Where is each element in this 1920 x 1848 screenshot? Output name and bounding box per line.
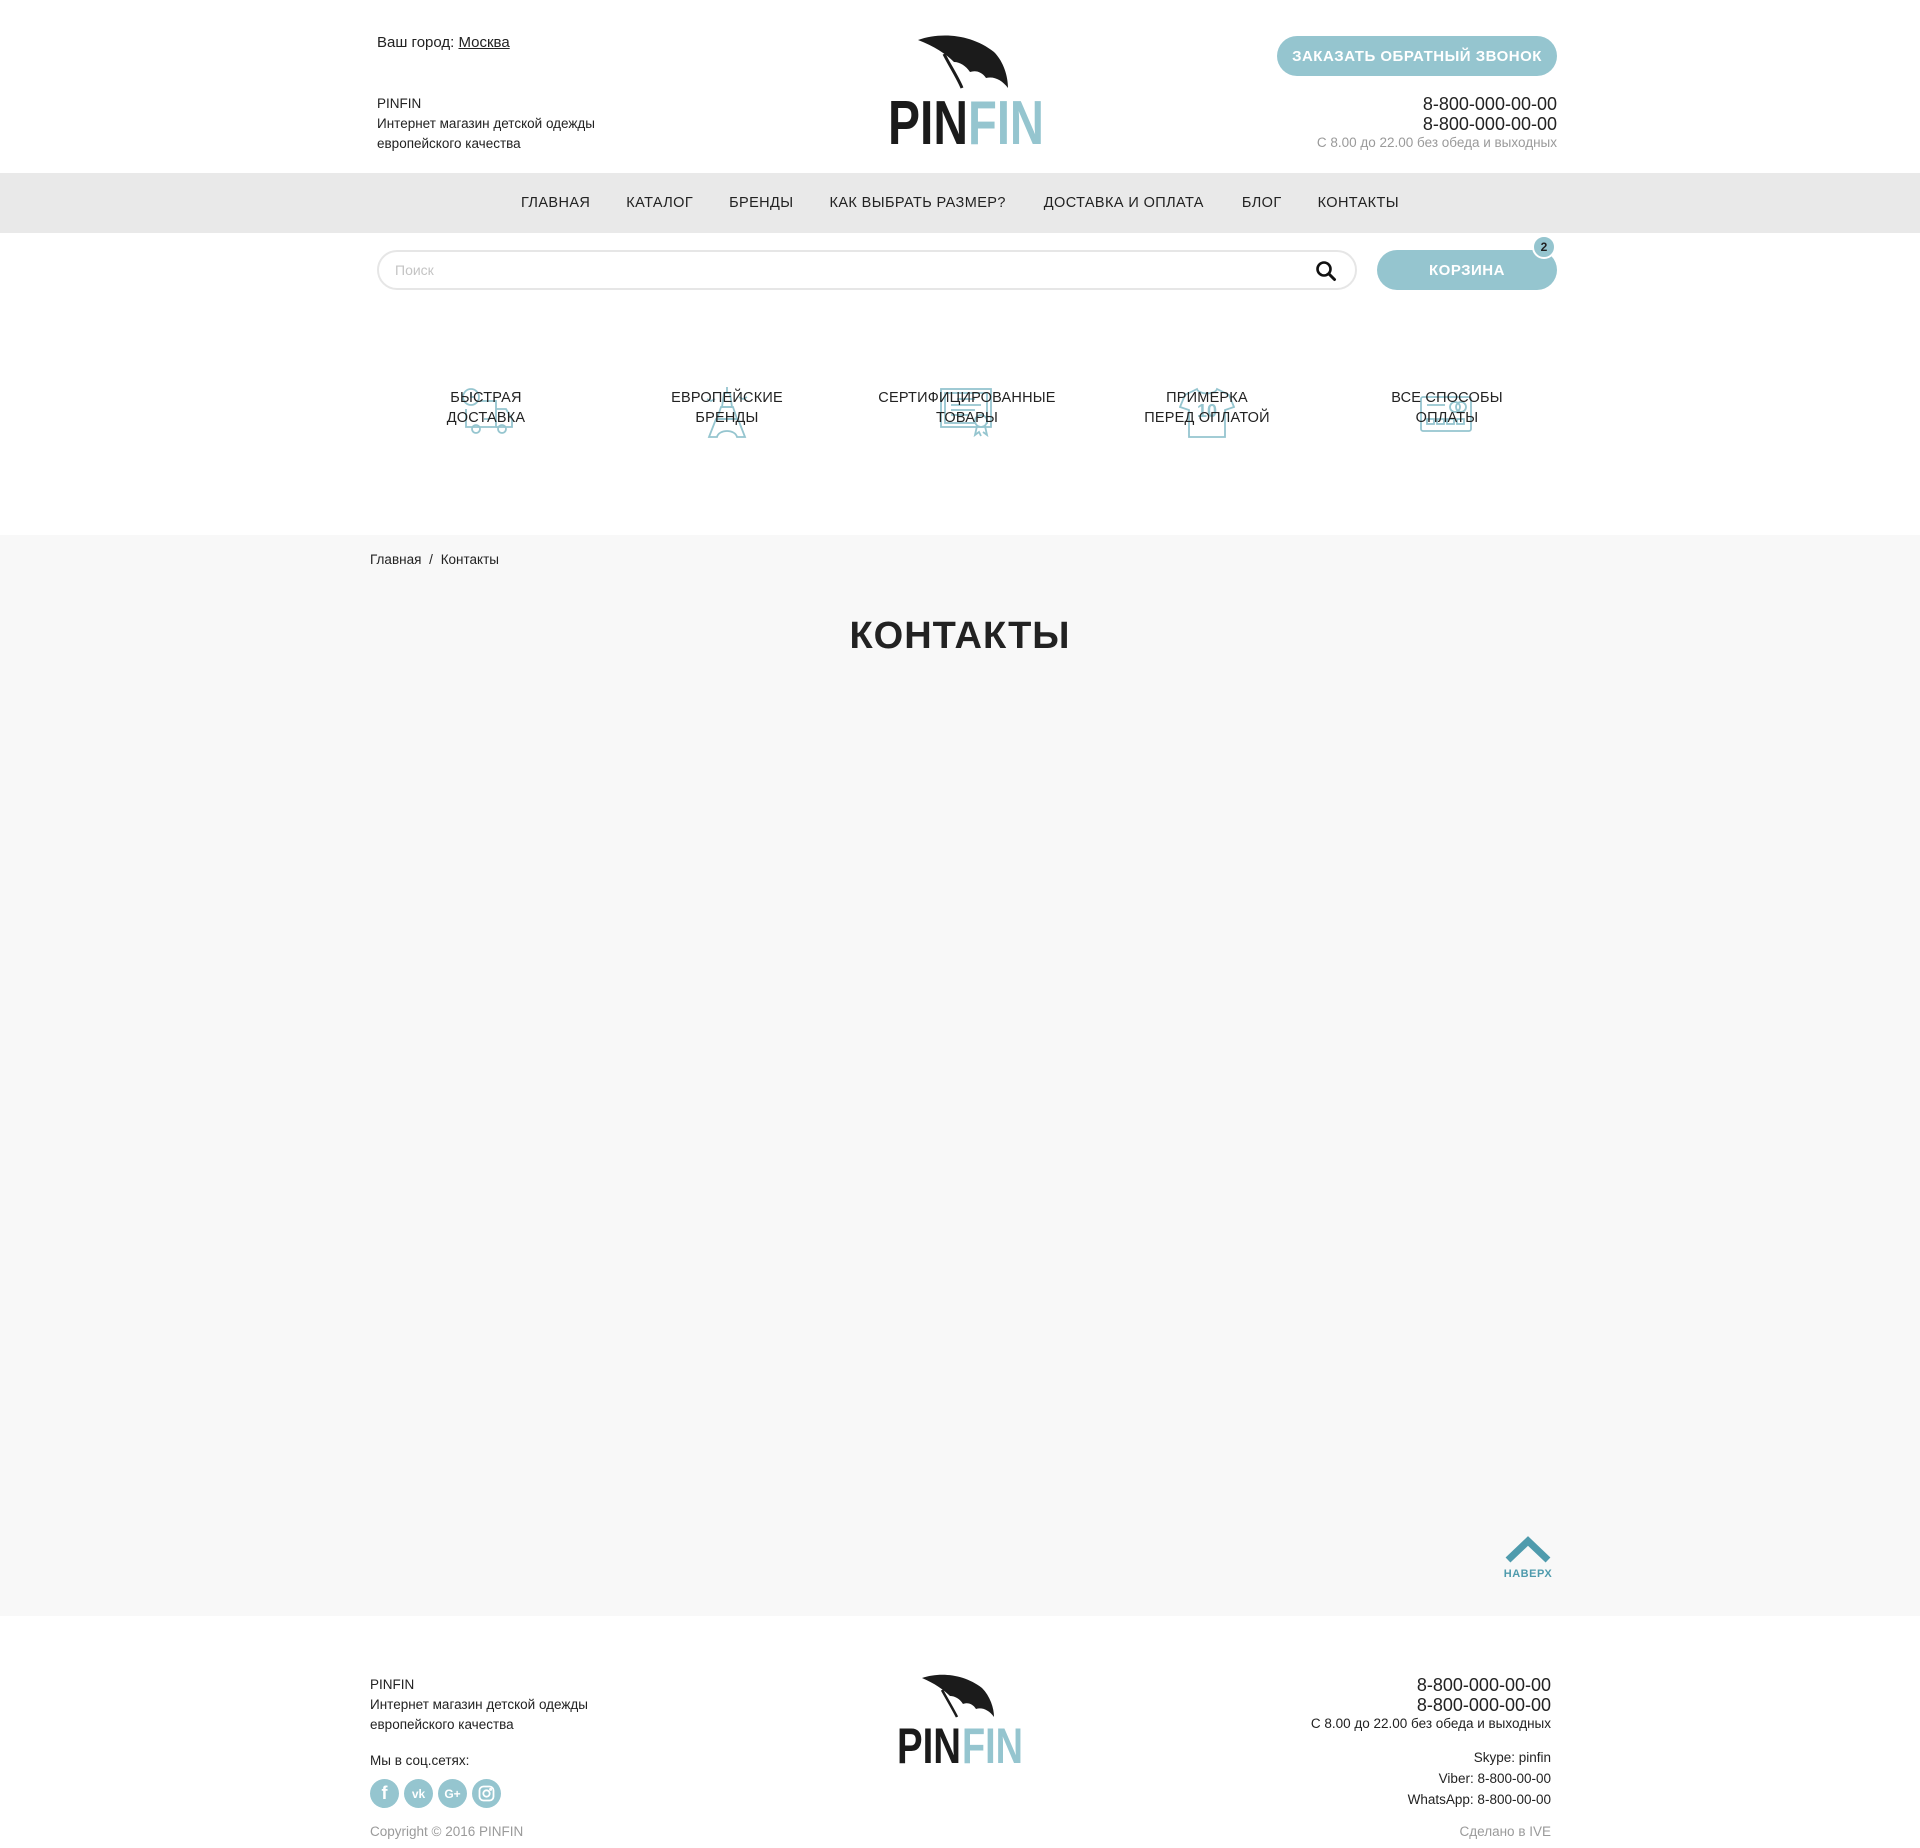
- feature-label: ПРИМЕРКА: [1166, 390, 1248, 406]
- nav-item-blog[interactable]: БЛОГ: [1242, 195, 1282, 211]
- vk-icon[interactable]: vk: [404, 1779, 433, 1808]
- city-selector: Ваш город: Москва: [377, 34, 510, 51]
- feature-fitting: ПРИМЕРКА ПЕРЕД ОПЛАТОЙ: [1107, 388, 1307, 428]
- main-content: Главная / Контакты КОНТАКТЫ НАВЕРХ: [0, 535, 1920, 1616]
- callback-button[interactable]: ЗАКАЗАТЬ ОБРАТНЫЙ ЗВОНОК: [1277, 36, 1557, 76]
- social-links: f vk G+: [370, 1779, 501, 1808]
- footer-phone-2[interactable]: 8-800-000-00-00: [1311, 1695, 1551, 1715]
- nav-item-contacts[interactable]: КОНТАКТЫ: [1318, 195, 1399, 211]
- facebook-icon[interactable]: f: [370, 1779, 399, 1808]
- header-about: PINFIN Интернет магазин детской одежды е…: [377, 94, 595, 154]
- breadcrumb: Главная / Контакты: [370, 552, 499, 567]
- feature-label: ЕВРОПЕЙСКИЕ: [671, 390, 783, 406]
- cart-button[interactable]: КОРЗИНА: [1377, 250, 1557, 290]
- breadcrumb-separator: /: [429, 552, 433, 567]
- nav-item-size-guide[interactable]: КАК ВЫБРАТЬ РАЗМЕР?: [829, 195, 1005, 211]
- instagram-icon[interactable]: [472, 1779, 501, 1808]
- copyright: Copyright © 2016 PINFIN: [370, 1824, 524, 1839]
- header-brand: PINFIN: [377, 96, 422, 111]
- feature-certified-goods: СЕРТИФИЦИРОВАННЫЕ ТОВАРЫ: [867, 388, 1067, 428]
- footer-phone-1[interactable]: 8-800-000-00-00: [1311, 1675, 1551, 1695]
- social-label: Мы в соц.сетях:: [370, 1753, 470, 1768]
- page-title: КОНТАКТЫ: [849, 615, 1071, 657]
- scroll-to-top-button[interactable]: НАВЕРХ: [1500, 1535, 1556, 1580]
- nav-item-brands[interactable]: БРЕНДЫ: [729, 195, 793, 211]
- skype-contact: Skype: pinfin: [1473, 1750, 1551, 1765]
- header: Ваш город: Москва PINFIN Интернет магази…: [0, 0, 1920, 173]
- header-tagline-2: европейского качества: [377, 136, 521, 151]
- feature-fast-delivery: БЫСТРАЯ ДОСТАВКА: [386, 388, 586, 428]
- feature-label: ВСЕ СПОСОБЫ: [1391, 390, 1503, 406]
- chevron-up-icon: [1505, 1536, 1551, 1563]
- footer-contacts: 8-800-000-00-00 8-800-000-00-00 С 8.00 д…: [1311, 1675, 1551, 1810]
- feature-label: ТОВАРЫ: [935, 410, 999, 426]
- feature-label: ПЕРЕД ОПЛАТОЙ: [1144, 410, 1270, 426]
- viber-contact: Viber: 8-800-00-00: [1438, 1771, 1551, 1786]
- nav-item-delivery[interactable]: ДОСТАВКА И ОПЛАТА: [1044, 195, 1204, 211]
- features-strip: 10 БЫСТРАЯ ДОСТАВКА ЕВРОПЕЙСКИЕ БРЕНДЫ С…: [0, 303, 1920, 535]
- header-hours: С 8.00 до 22.00 без обеда и выходных: [1316, 135, 1557, 150]
- cart-count-badge: 2: [1532, 235, 1556, 259]
- logo-text-light: FIN: [968, 89, 1044, 150]
- footer-tagline-1: Интернет магазин детской одежды: [370, 1697, 588, 1712]
- footer: PINFIN Интернет магазин детской одежды е…: [0, 1616, 1920, 1848]
- pinfin-logo-footer[interactable]: PIN FIN: [896, 1672, 1024, 1767]
- footer-tagline-2: европейского качества: [370, 1717, 514, 1732]
- header-phone-1[interactable]: 8-800-000-00-00: [1317, 94, 1557, 114]
- footer-hours: С 8.00 до 22.00 без обеда и выходных: [1310, 1716, 1551, 1731]
- breadcrumb-current: Контакты: [440, 552, 499, 567]
- nav-item-home[interactable]: ГЛАВНАЯ: [521, 195, 590, 211]
- feature-label: ОПЛАТЫ: [1415, 410, 1479, 426]
- nav-item-catalog[interactable]: КАТАЛОГ: [626, 195, 693, 211]
- header-tagline-1: Интернет магазин детской одежды: [377, 116, 595, 131]
- header-phone-2[interactable]: 8-800-000-00-00: [1317, 114, 1557, 134]
- logo-text-dark: PIN: [888, 89, 968, 150]
- instagram-glyph: [478, 1785, 495, 1802]
- scroll-to-top-label: НАВЕРХ: [1503, 1568, 1553, 1580]
- feature-european-brands: ЕВРОПЕЙСКИЕ БРЕНДЫ: [627, 388, 827, 428]
- search-input[interactable]: [395, 252, 1275, 288]
- footer-brand: PINFIN: [370, 1677, 415, 1692]
- made-by-link[interactable]: Сделано в IVE: [1460, 1824, 1551, 1839]
- feature-label: СЕРТИФИЦИРОВАННЫЕ: [878, 390, 1056, 406]
- feature-label: ДОСТАВКА: [446, 410, 526, 426]
- footer-messengers: Skype: pinfin Viber: 8-800-00-00 WhatsAp…: [1311, 1747, 1551, 1810]
- header-contacts: 8-800-000-00-00 8-800-000-00-00 С 8.00 д…: [1317, 94, 1557, 152]
- google-plus-icon[interactable]: G+: [438, 1779, 467, 1808]
- logo-text-light: FIN: [962, 1718, 1023, 1767]
- footer-about: PINFIN Интернет магазин детской одежды е…: [370, 1675, 588, 1735]
- search-icon[interactable]: [1315, 260, 1337, 282]
- feature-label: БЫСТРАЯ: [450, 390, 522, 406]
- pinfin-logo[interactable]: PIN FIN: [886, 32, 1046, 150]
- search-row: КОРЗИНА 2: [0, 233, 1920, 303]
- feature-label: БРЕНДЫ: [695, 410, 759, 426]
- breadcrumb-home[interactable]: Главная: [370, 552, 421, 567]
- search-box: [377, 250, 1357, 290]
- logo-text-dark: PIN: [897, 1718, 961, 1767]
- feature-payment-methods: ВСЕ СПОСОБЫ ОПЛАТЫ: [1347, 388, 1547, 428]
- whatsapp-contact: WhatsApp: 8-800-00-00: [1407, 1792, 1551, 1807]
- city-link[interactable]: Москва: [458, 34, 509, 51]
- main-nav: ГЛАВНАЯ КАТАЛОГ БРЕНДЫ КАК ВЫБРАТЬ РАЗМЕ…: [0, 173, 1920, 233]
- city-label: Ваш город:: [377, 34, 455, 51]
